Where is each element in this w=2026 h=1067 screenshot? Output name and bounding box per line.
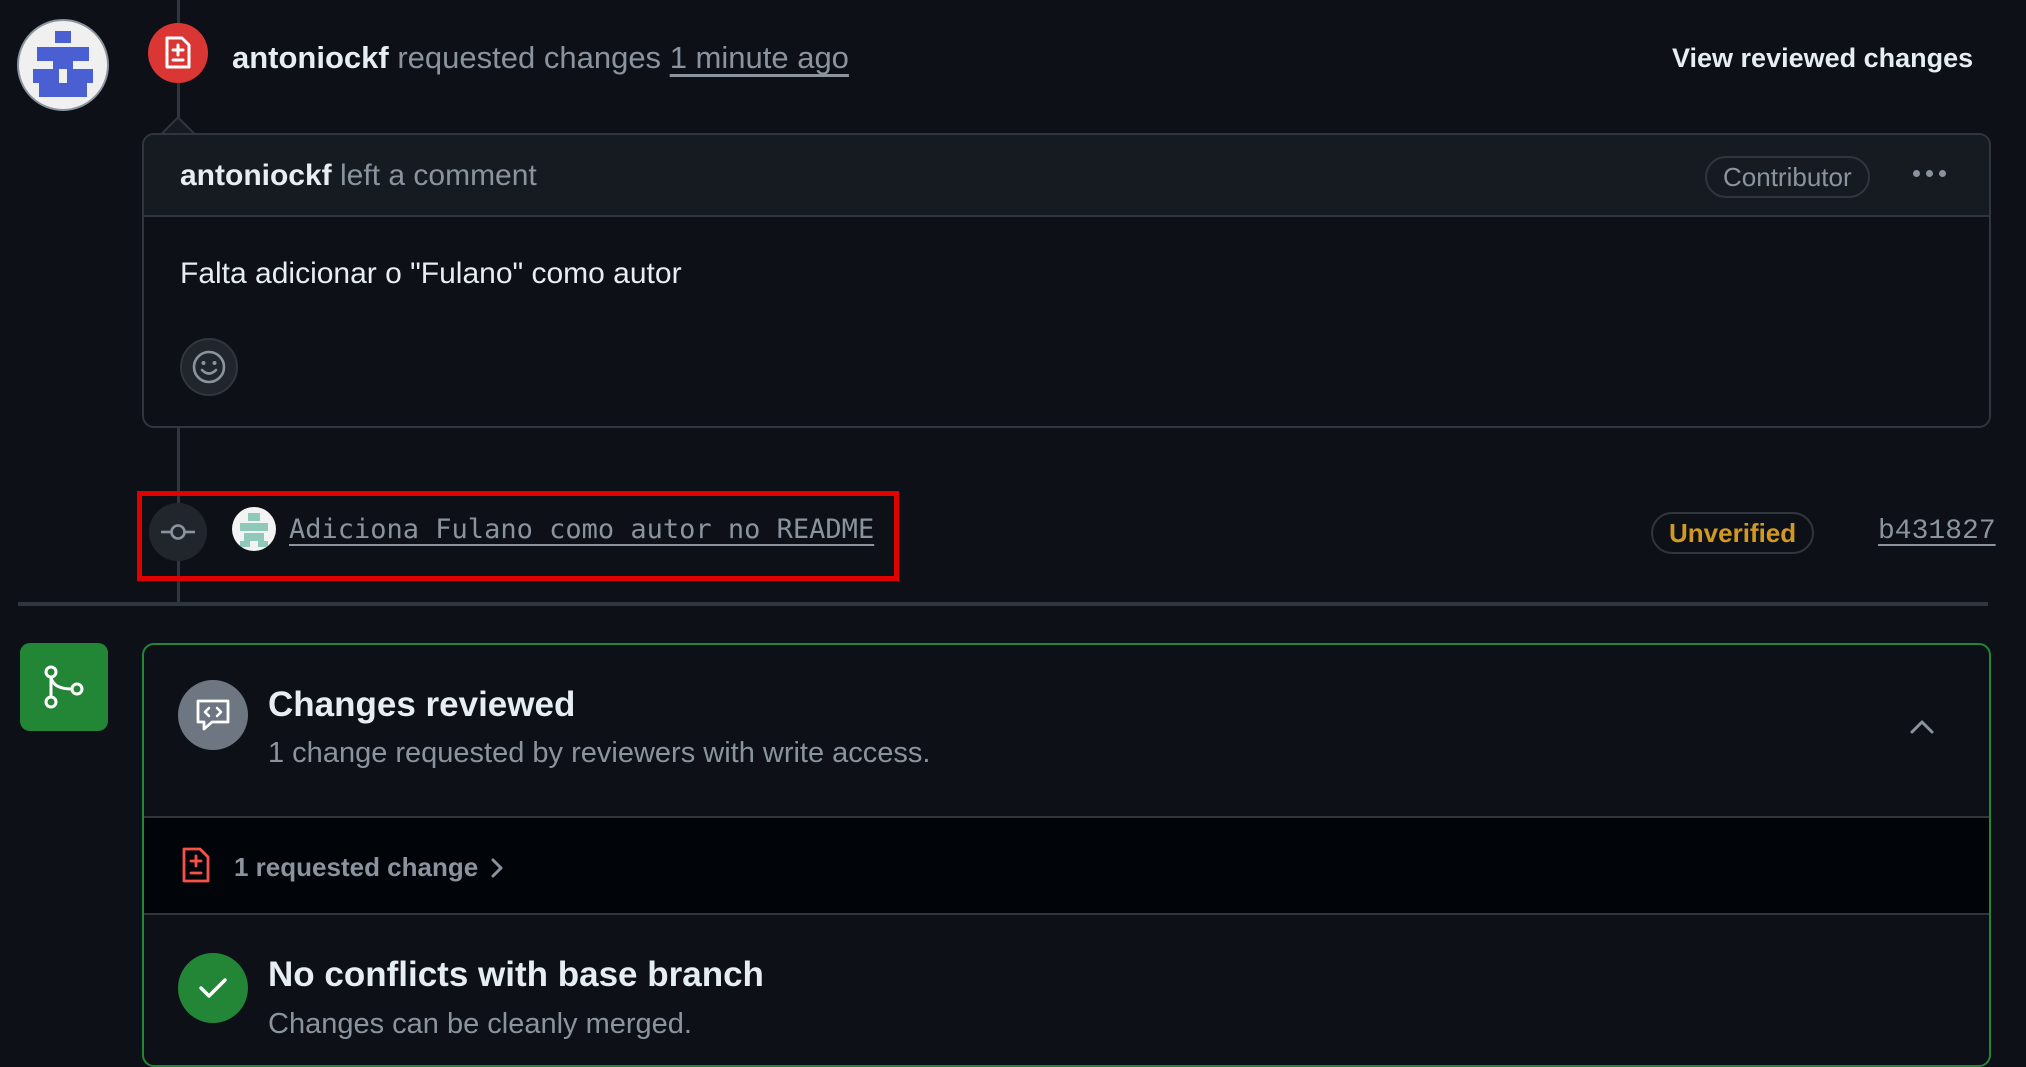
- review-event-text: antoniockf requested changes 1 minute ag…: [232, 40, 849, 76]
- user-avatar[interactable]: [17, 19, 109, 111]
- comment-author-link[interactable]: antoniockf: [180, 159, 332, 192]
- kebab-menu-icon[interactable]: [1904, 153, 1954, 193]
- no-conflicts-title: No conflicts with base branch: [268, 955, 764, 994]
- chevron-up-icon[interactable]: [1902, 707, 1942, 747]
- smiley-icon[interactable]: [180, 338, 238, 396]
- timeline-divider: [18, 602, 1988, 606]
- changes-reviewed-section: Changes reviewed 1 change requested by r…: [144, 645, 1989, 816]
- unverified-badge[interactable]: Unverified: [1651, 512, 1815, 554]
- check-icon: [178, 953, 248, 1023]
- git-merge-icon: [20, 643, 108, 731]
- review-timestamp[interactable]: 1 minute ago: [670, 40, 849, 75]
- view-reviewed-changes-button[interactable]: View reviewed changes: [1672, 43, 1973, 74]
- comment-header: antoniockf left a comment Contributor: [144, 135, 1989, 217]
- review-action: requested changes: [397, 40, 662, 75]
- comment-title: antoniockf left a comment: [180, 159, 537, 193]
- highlight-box: [137, 491, 899, 581]
- commit-sha-link[interactable]: b431827: [1878, 516, 1996, 547]
- requested-change-link[interactable]: 1 requested change: [234, 852, 504, 883]
- no-conflicts-section: No conflicts with base branch Changes ca…: [144, 915, 1989, 1065]
- requested-change-label: 1 requested change: [234, 852, 479, 882]
- comment-body: Falta adicionar o "Fulano" como autor: [180, 257, 682, 290]
- review-author-link[interactable]: antoniockf: [232, 40, 389, 75]
- changes-reviewed-subtitle: 1 change requested by reviewers with wri…: [268, 737, 931, 769]
- changes-reviewed-title: Changes reviewed: [268, 685, 576, 724]
- merge-status-box: Changes reviewed 1 change requested by r…: [142, 643, 1991, 1067]
- contributor-badge: Contributor: [1705, 156, 1870, 198]
- requested-changes-row[interactable]: 1 requested change: [144, 816, 1989, 915]
- file-diff-icon: [180, 846, 212, 889]
- chevron-right-icon: [491, 858, 503, 877]
- no-conflicts-subtitle: Changes can be cleanly merged.: [268, 1008, 692, 1040]
- review-comment: antoniockf left a comment Contributor Fa…: [142, 133, 1991, 428]
- file-diff-icon: [148, 23, 208, 83]
- code-review-icon: [178, 680, 248, 750]
- comment-action: left a comment: [340, 159, 537, 192]
